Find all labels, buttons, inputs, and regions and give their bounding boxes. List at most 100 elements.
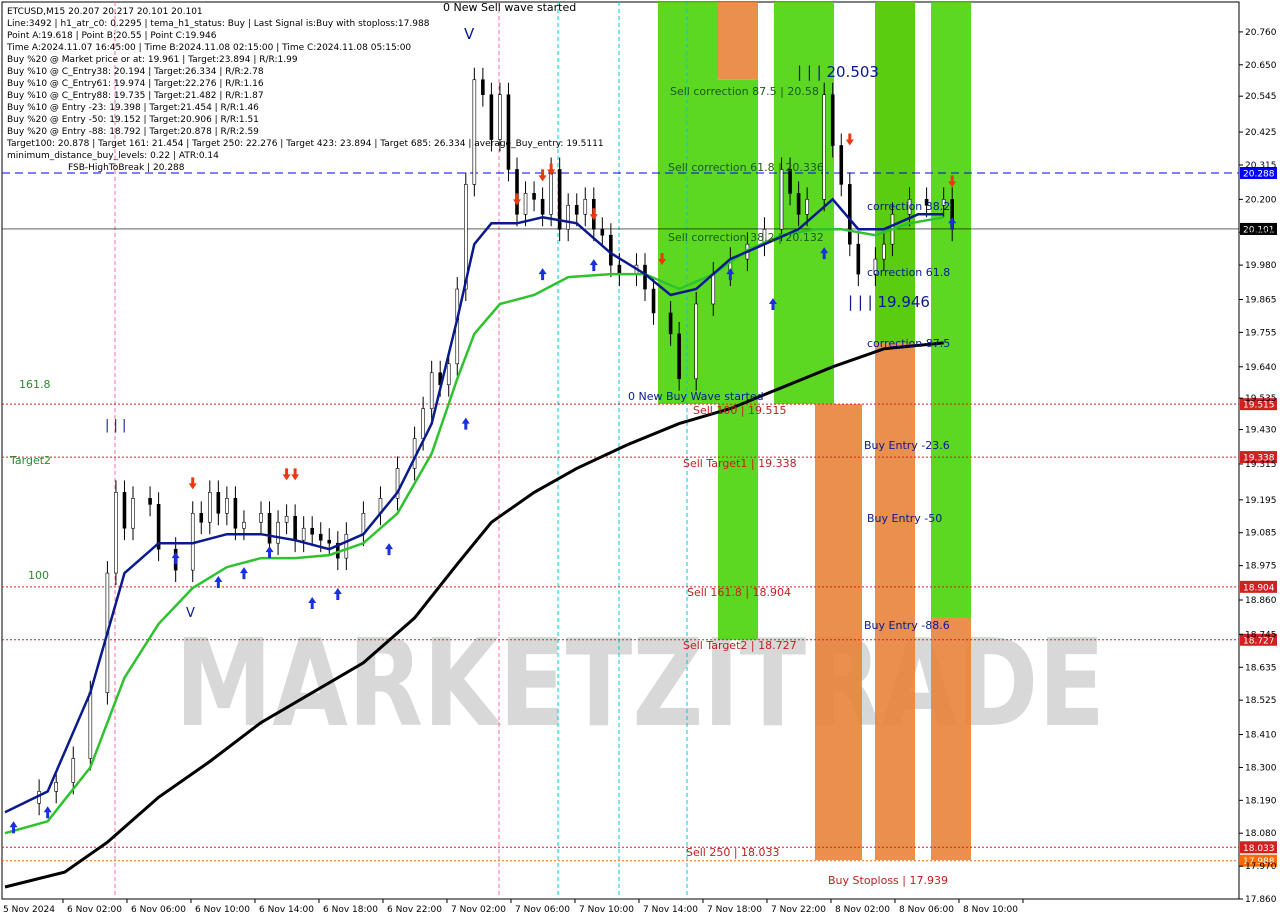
y-tick-label: 20.760 (1245, 28, 1277, 38)
corr-382-label: correction 38.2 (867, 200, 950, 213)
sell-wave-label: 0 New Sell wave started (443, 1, 576, 14)
price-label: 20.288 (1243, 170, 1275, 180)
candle-body (668, 312, 673, 335)
candle-body (344, 533, 349, 559)
left-iii-label: | | | (105, 418, 126, 433)
y-tick-label: 18.975 (1245, 562, 1277, 572)
candle-body (574, 205, 579, 215)
buy-entry-88-label: Buy Entry -88.6 (864, 619, 950, 632)
candle-body (446, 363, 451, 386)
zone-bar (718, 2, 758, 80)
left-100-label: 100 (28, 569, 49, 582)
info-line: Buy %20 @ Entry -88: 18.792 | Target:20.… (7, 127, 259, 137)
price-label: 18.904 (1243, 583, 1275, 593)
candle-body (276, 521, 280, 544)
candle-body (318, 533, 323, 541)
corr-618-label: correction 61.8 (867, 266, 950, 279)
zone-bar (931, 2, 971, 618)
sell-1618-label: Sell 161.8 | 18.904 (687, 586, 791, 599)
x-tick-label: 5 Nov 2024 (3, 905, 55, 915)
x-tick-label: 6 Nov 02:00 (67, 905, 122, 915)
sell-250-label: Sell 250 | 18.033 (686, 846, 780, 859)
candle-body (506, 94, 511, 170)
y-tick-label: 19.430 (1245, 426, 1277, 436)
point-c-label: | | | 19.946 (848, 293, 930, 311)
buy-wave-label: 0 New Buy Wave started (628, 390, 764, 403)
candle-body (711, 273, 716, 305)
x-tick-label: 6 Nov 10:00 (195, 905, 250, 915)
candle-body (523, 193, 528, 215)
candle-body (515, 169, 519, 215)
candle-body (651, 288, 656, 314)
left-target2-label: Target2 (9, 454, 51, 467)
candle-body (856, 243, 861, 275)
candle-body (617, 264, 622, 275)
candle-body (472, 79, 477, 185)
candle-body (208, 492, 212, 523)
buy-entry-50-label: Buy Entry -50 (867, 512, 942, 525)
candle-body (609, 234, 613, 266)
top-v-marker: V (464, 25, 475, 43)
candle-body (489, 94, 494, 140)
x-tick-label: 7 Nov 22:00 (771, 905, 826, 915)
corr-875-label: correction 87.5 (867, 337, 950, 350)
candle-body (114, 492, 118, 574)
point-b-label: | | | 20.503 (797, 63, 879, 81)
y-tick-label: 18.410 (1245, 731, 1277, 741)
x-tick-label: 8 Nov 06:00 (899, 905, 954, 915)
candle-body (822, 94, 827, 200)
zone-bar (815, 404, 862, 861)
info-line: Buy %20 @ Entry -50: 19.152 | Target:20.… (7, 115, 259, 125)
candle-body (481, 79, 485, 95)
candle-body (242, 521, 246, 529)
time-axis: 5 Nov 2024 6 Nov 02:00 6 Nov 06:00 6 Nov 10… (3, 899, 1024, 915)
y-tick-label: 18.080 (1245, 829, 1277, 839)
x-tick-label: 7 Nov 06:00 (515, 905, 570, 915)
candle-body (677, 333, 681, 380)
y-tick-label: 19.640 (1245, 363, 1277, 373)
sell-target2-label: Sell Target2 | 18.727 (683, 639, 797, 652)
candle-body (429, 372, 434, 409)
info-line: Target100: 20.878 | Target 161: 21.454 |… (6, 139, 604, 149)
sell-corr-875-label: Sell correction 87.5 | 20.58 (670, 85, 819, 98)
chart-canvas: MARKETZITRADE 20.28820.10119.51519.33818… (1, 1, 1277, 915)
candle-body (71, 758, 76, 783)
candle-body (540, 199, 545, 215)
candle-body (301, 527, 306, 541)
price-label: 18.033 (1243, 844, 1275, 854)
candle-body (882, 243, 886, 260)
candle-body (199, 512, 204, 523)
candle-body (267, 512, 272, 544)
x-tick-label: 6 Nov 22:00 (387, 905, 442, 915)
candle-body (54, 782, 59, 792)
candle-body (796, 193, 801, 215)
x-tick-label: 7 Nov 14:00 (643, 905, 698, 915)
info-line: Point A:19.618 | Point B:20.55 | Point C… (7, 31, 217, 41)
candle-body (566, 205, 571, 230)
chart-window: MARKETZITRADE 20.288 20.101 19.515 19.338 18… (0, 0, 1280, 920)
candle-body (805, 199, 809, 215)
candle-body (327, 539, 332, 544)
x-tick-label: 7 Nov 10:00 (579, 905, 634, 915)
candle-body (532, 193, 536, 200)
candle-body (233, 498, 238, 529)
y-tick-label: 18.745 (1245, 630, 1277, 640)
symbol-header: ETCUSD,M15 20.207 20.217 20.101 20.101 (7, 7, 203, 17)
candle-body (148, 498, 152, 505)
candle-body (310, 527, 315, 535)
sell-100-label: Sell 100 | 19.515 (693, 404, 787, 417)
y-tick-label: 18.300 (1245, 763, 1277, 773)
y-tick-label: 20.650 (1245, 61, 1277, 71)
y-tick-label: 17.970 (1245, 862, 1277, 872)
y-tick-label: 20.425 (1245, 128, 1277, 138)
candle-body (694, 303, 699, 380)
x-tick-label: 8 Nov 02:00 (835, 905, 890, 915)
candle-body (779, 169, 784, 230)
x-tick-label: 6 Nov 06:00 (131, 905, 186, 915)
buy-stoploss-label: Buy Stoploss | 17.939 (828, 874, 948, 887)
info-line: Line:3492 | h1_atr_c0: 0.2295 | tema_h1_… (7, 19, 430, 29)
left-1618-label: 161.8 (19, 378, 51, 391)
sell-corr-618-label: Sell correction 61.8 | 20.336 (668, 161, 824, 174)
zone-bar (875, 2, 915, 343)
candle-body (225, 498, 229, 514)
